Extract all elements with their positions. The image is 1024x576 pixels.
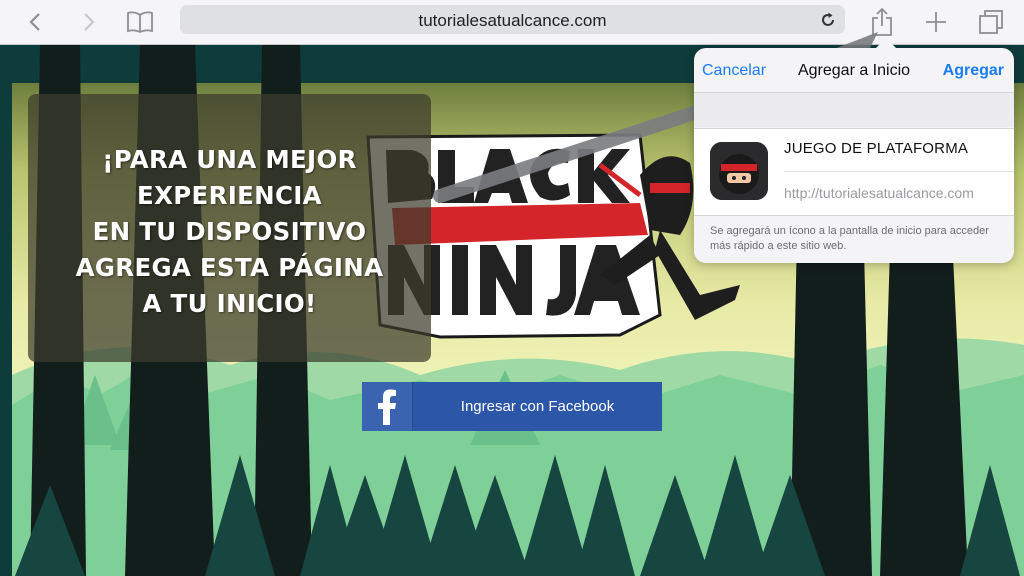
app-url-field: http://tutorialesatualcance.com xyxy=(784,185,974,201)
browser-toolbar: tutorialesatualcance.com xyxy=(0,0,1024,45)
sheet-form: JUEGO DE PLATAFORMA http://tutorialesatu… xyxy=(694,128,1014,216)
share-icon[interactable] xyxy=(866,6,898,38)
add-to-home-message-box: ¡PARA UNA MEJOR EXPERIENCIA EN TU DISPOS… xyxy=(28,94,431,362)
app-icon xyxy=(710,142,768,200)
bookmarks-icon[interactable] xyxy=(124,6,156,38)
facebook-icon xyxy=(362,382,413,431)
add-to-home-sheet: Cancelar Agregar a Inicio Agregar JUEGO … xyxy=(694,38,1014,263)
url-text: tutorialesatualcance.com xyxy=(418,11,607,30)
add-button[interactable]: Agregar xyxy=(943,62,1004,80)
sheet-header: Cancelar Agregar a Inicio Agregar xyxy=(694,48,1014,93)
app-name-field[interactable]: JUEGO DE PLATAFORMA xyxy=(784,140,1004,157)
sheet-spacer xyxy=(694,93,1014,127)
sheet-note: Se agregará un ícono a la pantalla de in… xyxy=(710,225,989,252)
address-bar[interactable]: tutorialesatualcance.com xyxy=(180,5,845,34)
reload-icon[interactable] xyxy=(819,11,837,29)
new-tab-icon[interactable] xyxy=(920,6,952,38)
back-icon[interactable] xyxy=(20,6,52,38)
facebook-login-label: Ingresar con Facebook xyxy=(460,398,615,415)
forward-icon[interactable] xyxy=(72,6,104,38)
tabs-icon[interactable] xyxy=(975,6,1007,38)
facebook-login-button[interactable]: Ingresar con Facebook xyxy=(362,382,662,431)
field-divider xyxy=(784,171,1014,172)
add-to-home-message: ¡PARA UNA MEJOR EXPERIENCIA EN TU DISPOS… xyxy=(75,145,384,318)
